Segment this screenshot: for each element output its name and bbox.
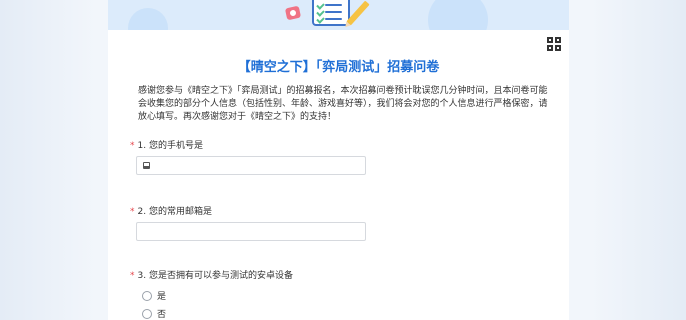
banner-decoration: [128, 8, 168, 30]
banner-decoration: [428, 0, 488, 30]
question-3-text: 3. 您是否拥有可以参与测试的安卓设备: [137, 271, 293, 281]
radio-option-label: 是: [157, 292, 167, 302]
header-banner: [108, 0, 569, 30]
phone-icon: [143, 162, 150, 169]
radio-button[interactable]: [142, 290, 152, 301]
emoji-icon: [284, 5, 302, 21]
survey-title: 【晴空之下】「弈局测试」招募问卷: [237, 60, 440, 75]
required-mark: *: [130, 271, 135, 281]
radio-option-yes[interactable]: 是: [142, 289, 166, 302]
phone-input[interactable]: [136, 156, 366, 175]
question-2-label: * 2. 您的常用邮箱是: [130, 204, 212, 217]
question-3-label: * 3. 您是否拥有可以参与测试的安卓设备: [130, 268, 293, 281]
radio-option-no[interactable]: 否: [142, 307, 166, 320]
radio-option-label: 否: [157, 310, 167, 320]
qr-code-icon[interactable]: [547, 37, 561, 51]
question-1-text: 1. 您的手机号是: [137, 141, 203, 151]
email-input[interactable]: [136, 222, 366, 241]
survey-card: 【晴空之下】「弈局测试」招募问卷 感谢您参与《晴空之下》「弈局测试」的招募报名，…: [108, 0, 569, 320]
radio-button[interactable]: [142, 308, 152, 319]
required-mark: *: [130, 141, 135, 151]
required-mark: *: [130, 207, 135, 217]
question-1-label: * 1. 您的手机号是: [130, 138, 203, 151]
question-2-text: 2. 您的常用邮箱是: [137, 207, 212, 217]
survey-intro: 感谢您参与《晴空之下》「弈局测试」的招募报名，本次招募问卷预计耽误您几分钟时间，…: [138, 86, 548, 123]
